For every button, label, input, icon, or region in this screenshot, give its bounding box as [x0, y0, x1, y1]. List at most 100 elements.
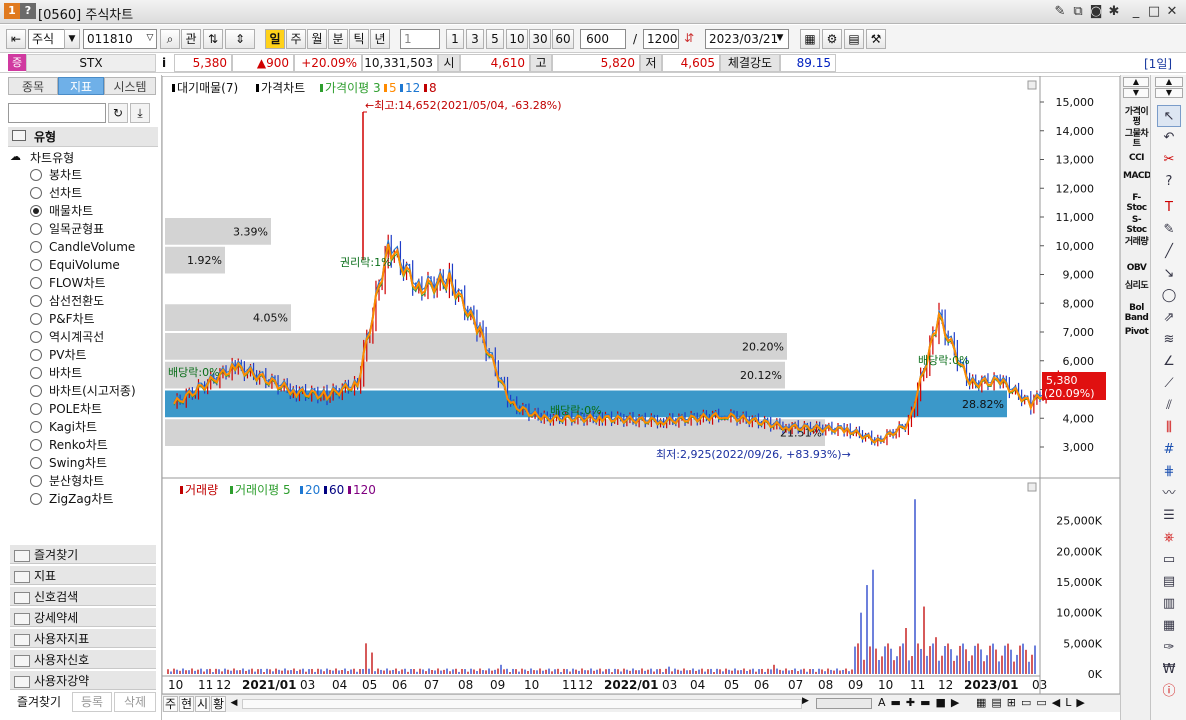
close-button[interactable]: ✕: [1164, 4, 1180, 20]
chart-type-label[interactable]: PV차트: [49, 348, 87, 362]
chart-type-label[interactable]: 바차트(시고저종): [49, 384, 136, 398]
prev-stock-icon[interactable]: ⇤: [6, 29, 26, 49]
chart-type-radio[interactable]: [30, 475, 42, 487]
quick-30-button[interactable]: 30: [529, 29, 551, 49]
scrollbar[interactable]: [242, 699, 802, 709]
section-type[interactable]: 유형: [8, 127, 158, 147]
chart-type-radio[interactable]: [30, 349, 42, 361]
date-dropdown-icon[interactable]: ▼: [772, 29, 788, 49]
tab-system[interactable]: 시스템: [104, 77, 156, 95]
chart-type-radio[interactable]: [30, 385, 42, 397]
info-icon[interactable]: i: [156, 54, 172, 72]
period-minute-tab[interactable]: 분: [328, 29, 348, 49]
folder-item[interactable]: 지표: [10, 565, 156, 585]
tools-scroll-up-icon[interactable]: ▲: [1155, 77, 1183, 87]
scroll-right-icon[interactable]: ▶: [802, 696, 809, 706]
chart-type-radio[interactable]: [30, 493, 42, 505]
chart-type-label[interactable]: Swing차트: [49, 456, 107, 470]
chart-type-label[interactable]: ZigZag차트: [49, 492, 113, 506]
tools-scroll-down-icon[interactable]: ▼: [1155, 88, 1183, 98]
chart-type-radio[interactable]: [30, 277, 42, 289]
link-icon[interactable]: ⧉: [1070, 4, 1086, 20]
quick-60-button[interactable]: 60: [552, 29, 574, 49]
chart-type-label[interactable]: FLOW차트: [49, 276, 106, 290]
refresh-icon[interactable]: ↻: [108, 103, 128, 123]
ray-icon[interactable]: ↘: [1157, 263, 1181, 285]
undo-icon[interactable]: ↶: [1157, 127, 1181, 149]
chart-type-radio[interactable]: [30, 439, 42, 451]
question-icon[interactable]: ?: [1157, 171, 1181, 193]
indicator-button[interactable]: S-Stoc: [1123, 215, 1150, 235]
speed-line-icon[interactable]: ⋕: [1157, 461, 1181, 483]
sync-icon[interactable]: ⇅: [203, 29, 223, 49]
delete-all-icon[interactable]: ✂: [1157, 149, 1181, 171]
indicator-button[interactable]: 심리도: [1123, 281, 1150, 291]
period-qty-select[interactable]: 1: [400, 29, 440, 49]
info-circle-icon[interactable]: ⓘ: [1157, 681, 1181, 703]
favorites-button[interactable]: 즐겨찾기: [4, 692, 74, 712]
chart-type-radio[interactable]: [30, 241, 42, 253]
auto-icon[interactable]: ⎈: [1157, 527, 1181, 549]
minimize-button[interactable]: _: [1128, 4, 1144, 20]
view-controls-icon[interactable]: ▦▤⊞▭▭◀L▶: [976, 696, 1090, 709]
volume-chart[interactable]: 25,000K 20,000K 15,000K 10,000K 5,000K 0K 거래량 거…: [162, 478, 1120, 694]
bar-chart-icon[interactable]: ▥: [1157, 593, 1181, 615]
tab-indicators[interactable]: 지표: [58, 77, 104, 95]
fibo-fan-icon[interactable]: ⫽: [1157, 395, 1181, 417]
chart-type-label[interactable]: P&F차트: [49, 312, 95, 326]
chart-type-label[interactable]: 일목균형표: [49, 222, 104, 236]
wave-icon[interactable]: 〰: [1157, 483, 1181, 505]
bottom-tab-si[interactable]: 시: [195, 696, 210, 712]
scroll-left-icon[interactable]: ◀: [228, 696, 240, 712]
bottom-tab-ju[interactable]: 주: [163, 696, 178, 712]
period-tick-tab[interactable]: 틱: [349, 29, 369, 49]
chart-type-radio[interactable]: [30, 205, 42, 217]
period-day-tab[interactable]: 일: [265, 29, 285, 49]
gann-icon[interactable]: ∠: [1157, 351, 1181, 373]
indicator-button[interactable]: Pivot: [1123, 327, 1150, 337]
indicator-button[interactable]: CCI: [1123, 153, 1150, 163]
memo-icon[interactable]: ✎: [1052, 4, 1068, 20]
chart-type-label[interactable]: 선차트: [49, 186, 82, 200]
camera-icon[interactable]: ◙: [1088, 4, 1104, 20]
gwan-button[interactable]: 관: [181, 29, 201, 49]
chart-type-label[interactable]: 바차트: [49, 366, 82, 380]
chart-type-label[interactable]: EquiVolume: [49, 258, 120, 272]
scroll-down-icon[interactable]: ▼: [1123, 88, 1149, 98]
quick-1-button[interactable]: 1: [446, 29, 464, 49]
apply-icon[interactable]: ⇵: [680, 29, 698, 49]
market-dropdown-icon[interactable]: ▼: [64, 29, 80, 49]
quick-5-button[interactable]: 5: [486, 29, 504, 49]
fan-icon[interactable]: ⟋: [1157, 373, 1181, 395]
chart-type-radio[interactable]: [30, 313, 42, 325]
chart-type-label[interactable]: 분산형차트: [49, 474, 104, 488]
channel-icon[interactable]: ≋: [1157, 329, 1181, 351]
register-button[interactable]: 등록: [72, 692, 112, 712]
arrow-tool-icon[interactable]: ⇗: [1157, 307, 1181, 329]
quick-10-button[interactable]: 10: [506, 29, 528, 49]
indicator-button[interactable]: OBV: [1123, 263, 1150, 273]
count-input[interactable]: 600: [580, 29, 626, 49]
chart-type-label[interactable]: 역시계곡선: [49, 330, 104, 344]
indicator-button[interactable]: MACD: [1123, 171, 1152, 181]
chart-type-radio[interactable]: [30, 259, 42, 271]
maximize-button[interactable]: □: [1146, 4, 1162, 20]
chart-type-label[interactable]: CandleVolume: [49, 240, 135, 254]
chart-type-radio[interactable]: [30, 331, 42, 343]
chart-type-radio[interactable]: [30, 187, 42, 199]
bottom-tab-hwang[interactable]: 황: [211, 696, 226, 712]
chart-type-radio[interactable]: [30, 169, 42, 181]
indicator-button[interactable]: 그물차트: [1123, 129, 1150, 149]
indicator-search-input[interactable]: [8, 103, 106, 123]
chart-type-label[interactable]: 봉차트: [49, 168, 82, 182]
period-year-tab[interactable]: 년: [370, 29, 390, 49]
total-input[interactable]: 1200: [643, 29, 679, 49]
folder-item[interactable]: 사용자강약: [10, 670, 156, 690]
chart-type-label[interactable]: 삼선전환도: [49, 294, 104, 308]
app-icon[interactable]: 1: [4, 3, 20, 19]
bottom-tab-hyeon[interactable]: 현: [179, 696, 194, 712]
tab-stocks[interactable]: 종목: [8, 77, 58, 95]
wrench-icon[interactable]: ✑: [1157, 637, 1181, 659]
chart-type-radio[interactable]: [30, 367, 42, 379]
period-week-tab[interactable]: 주: [286, 29, 306, 49]
